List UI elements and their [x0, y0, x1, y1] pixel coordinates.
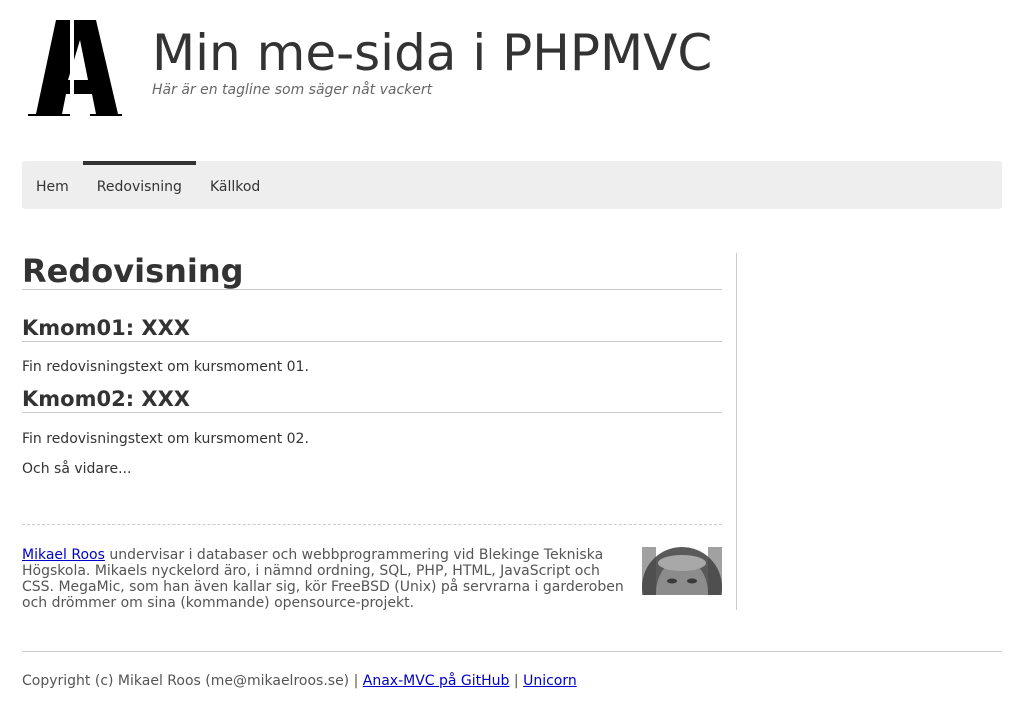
section-heading-kmom02: Kmom02: XXX [22, 386, 722, 413]
footer-divider [22, 651, 1002, 652]
footer-link-unicorn[interactable]: Unicorn [523, 673, 577, 689]
site-slogan: Här är en tagline som säger nåt vackert [152, 82, 433, 98]
footer-separator: | [509, 673, 524, 689]
nav-item-kallkod[interactable]: Källkod [196, 161, 274, 209]
sidebar-divider [736, 253, 737, 610]
byline-description: undervisar i databaser och webbprogramme… [22, 547, 624, 611]
nav-item-hem[interactable]: Hem [22, 161, 83, 209]
site-title: Min me-sida i PHPMVC [152, 24, 713, 82]
main-content: Redovisning Kmom01: XXX Fin redovisnings… [22, 253, 722, 479]
footer-copyright: Copyright (c) Mikael Roos (me@mikaelroos… [22, 673, 363, 689]
author-link[interactable]: Mikael Roos [22, 547, 105, 563]
section-text-kmom01: Fin redovisningstext om kursmoment 01. [22, 359, 309, 375]
author-portrait [642, 547, 722, 595]
byline-text: Mikael Roos undervisar i databaser och w… [22, 547, 632, 611]
footer-link-github[interactable]: Anax-MVC på GitHub [363, 673, 510, 689]
closing-text: Och så vidare... [22, 461, 132, 477]
main-navbar: Hem Redovisning Källkod [22, 161, 1002, 209]
nav-item-redovisning[interactable]: Redovisning [82, 161, 196, 209]
site-footer: Copyright (c) Mikael Roos (me@mikaelroos… [22, 673, 577, 689]
section-text-kmom02: Fin redovisningstext om kursmoment 02. [22, 431, 309, 447]
section-heading-kmom01: Kmom01: XXX [22, 315, 722, 342]
author-byline: Mikael Roos undervisar i databaser och w… [22, 524, 722, 611]
page-title: Redovisning [22, 253, 722, 290]
stencil-letter-a-logo[interactable] [26, 18, 122, 118]
